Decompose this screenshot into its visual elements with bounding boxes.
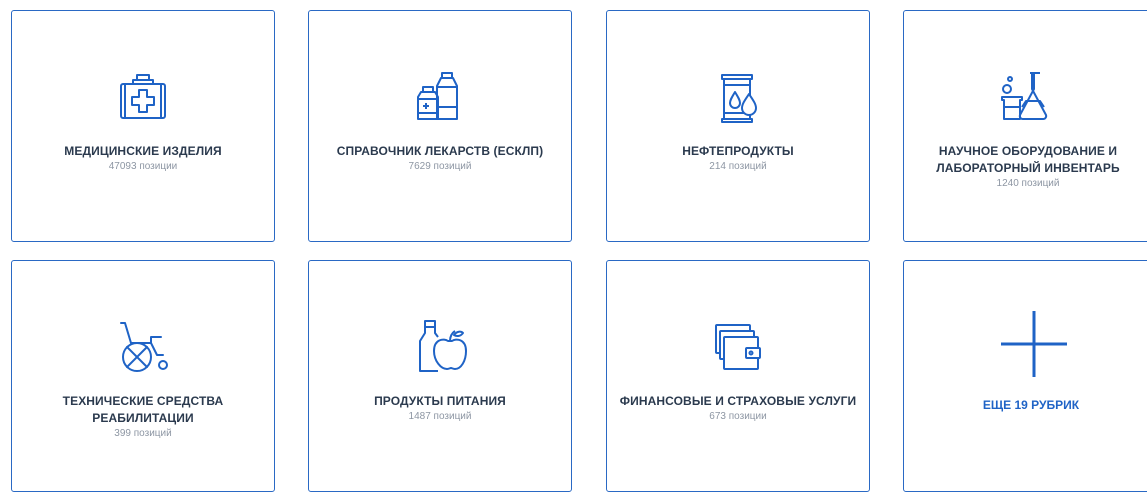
food-bottle-apple-icon (410, 317, 470, 377)
category-count: 7629 позиций (408, 161, 472, 172)
category-card-oil-products[interactable]: НЕФТЕПРОДУКТЫ 214 позиций (606, 10, 870, 242)
category-card-drug-directory[interactable]: СПРАВОЧНИК ЛЕКАРСТВ (ЕСКЛП) 7629 позиций (308, 10, 572, 242)
lab-flasks-icon (996, 67, 1056, 127)
category-title: ФИНАНСОВЫЕ И СТРАХОВЫЕ УСЛУГИ (619, 394, 857, 408)
category-count: 1240 позиций (996, 178, 1060, 189)
category-card-food-products[interactable]: ПРОДУКТЫ ПИТАНИЯ 1487 позиций (308, 260, 572, 492)
wallet-icon (708, 317, 768, 377)
category-count: 1487 позиций (408, 411, 472, 422)
more-categories-label: ЕЩЕ 19 РУБРИК (982, 398, 1080, 412)
category-card-lab-equipment[interactable]: НАУЧНОЕ ОБОРУДОВАНИЕ И ЛАБОРАТОРНЫЙ ИНВЕ… (903, 10, 1147, 242)
plus-icon (1001, 311, 1067, 377)
more-categories-card[interactable]: ЕЩЕ 19 РУБРИК (903, 260, 1147, 492)
category-title: НЕФТЕПРОДУКТЫ (682, 144, 794, 158)
category-card-medical-devices[interactable]: МЕДИЦИНСКИЕ ИЗДЕЛИЯ 47093 позиции (11, 10, 275, 242)
category-card-rehabilitation[interactable]: ТЕХНИЧЕСКИЕ СРЕДСТВА РЕАБИЛИТАЦИИ 399 по… (11, 260, 275, 492)
wheelchair-icon (113, 317, 173, 377)
category-title: ТЕХНИЧЕСКИЕ СРЕДСТВА РЕАБИЛИТАЦИИ (62, 394, 224, 425)
category-count: 673 позиции (709, 411, 767, 422)
category-card-finance-insurance[interactable]: ФИНАНСОВЫЕ И СТРАХОВЫЕ УСЛУГИ 673 позици… (606, 260, 870, 492)
oil-barrel-icon (708, 67, 768, 127)
category-count: 399 позиций (114, 428, 172, 439)
category-title: СПРАВОЧНИК ЛЕКАРСТВ (ЕСКЛП) (336, 144, 544, 158)
category-title: МЕДИЦИНСКИЕ ИЗДЕЛИЯ (64, 144, 222, 158)
category-title: НАУЧНОЕ ОБОРУДОВАНИЕ И ЛАБОРАТОРНЫЙ ИНВЕ… (936, 144, 1120, 175)
medical-kit-icon (113, 67, 173, 127)
medicine-bottles-icon (410, 67, 470, 127)
category-count: 47093 позиции (108, 161, 178, 172)
category-title: ПРОДУКТЫ ПИТАНИЯ (374, 394, 506, 408)
category-count: 214 позиций (709, 161, 767, 172)
